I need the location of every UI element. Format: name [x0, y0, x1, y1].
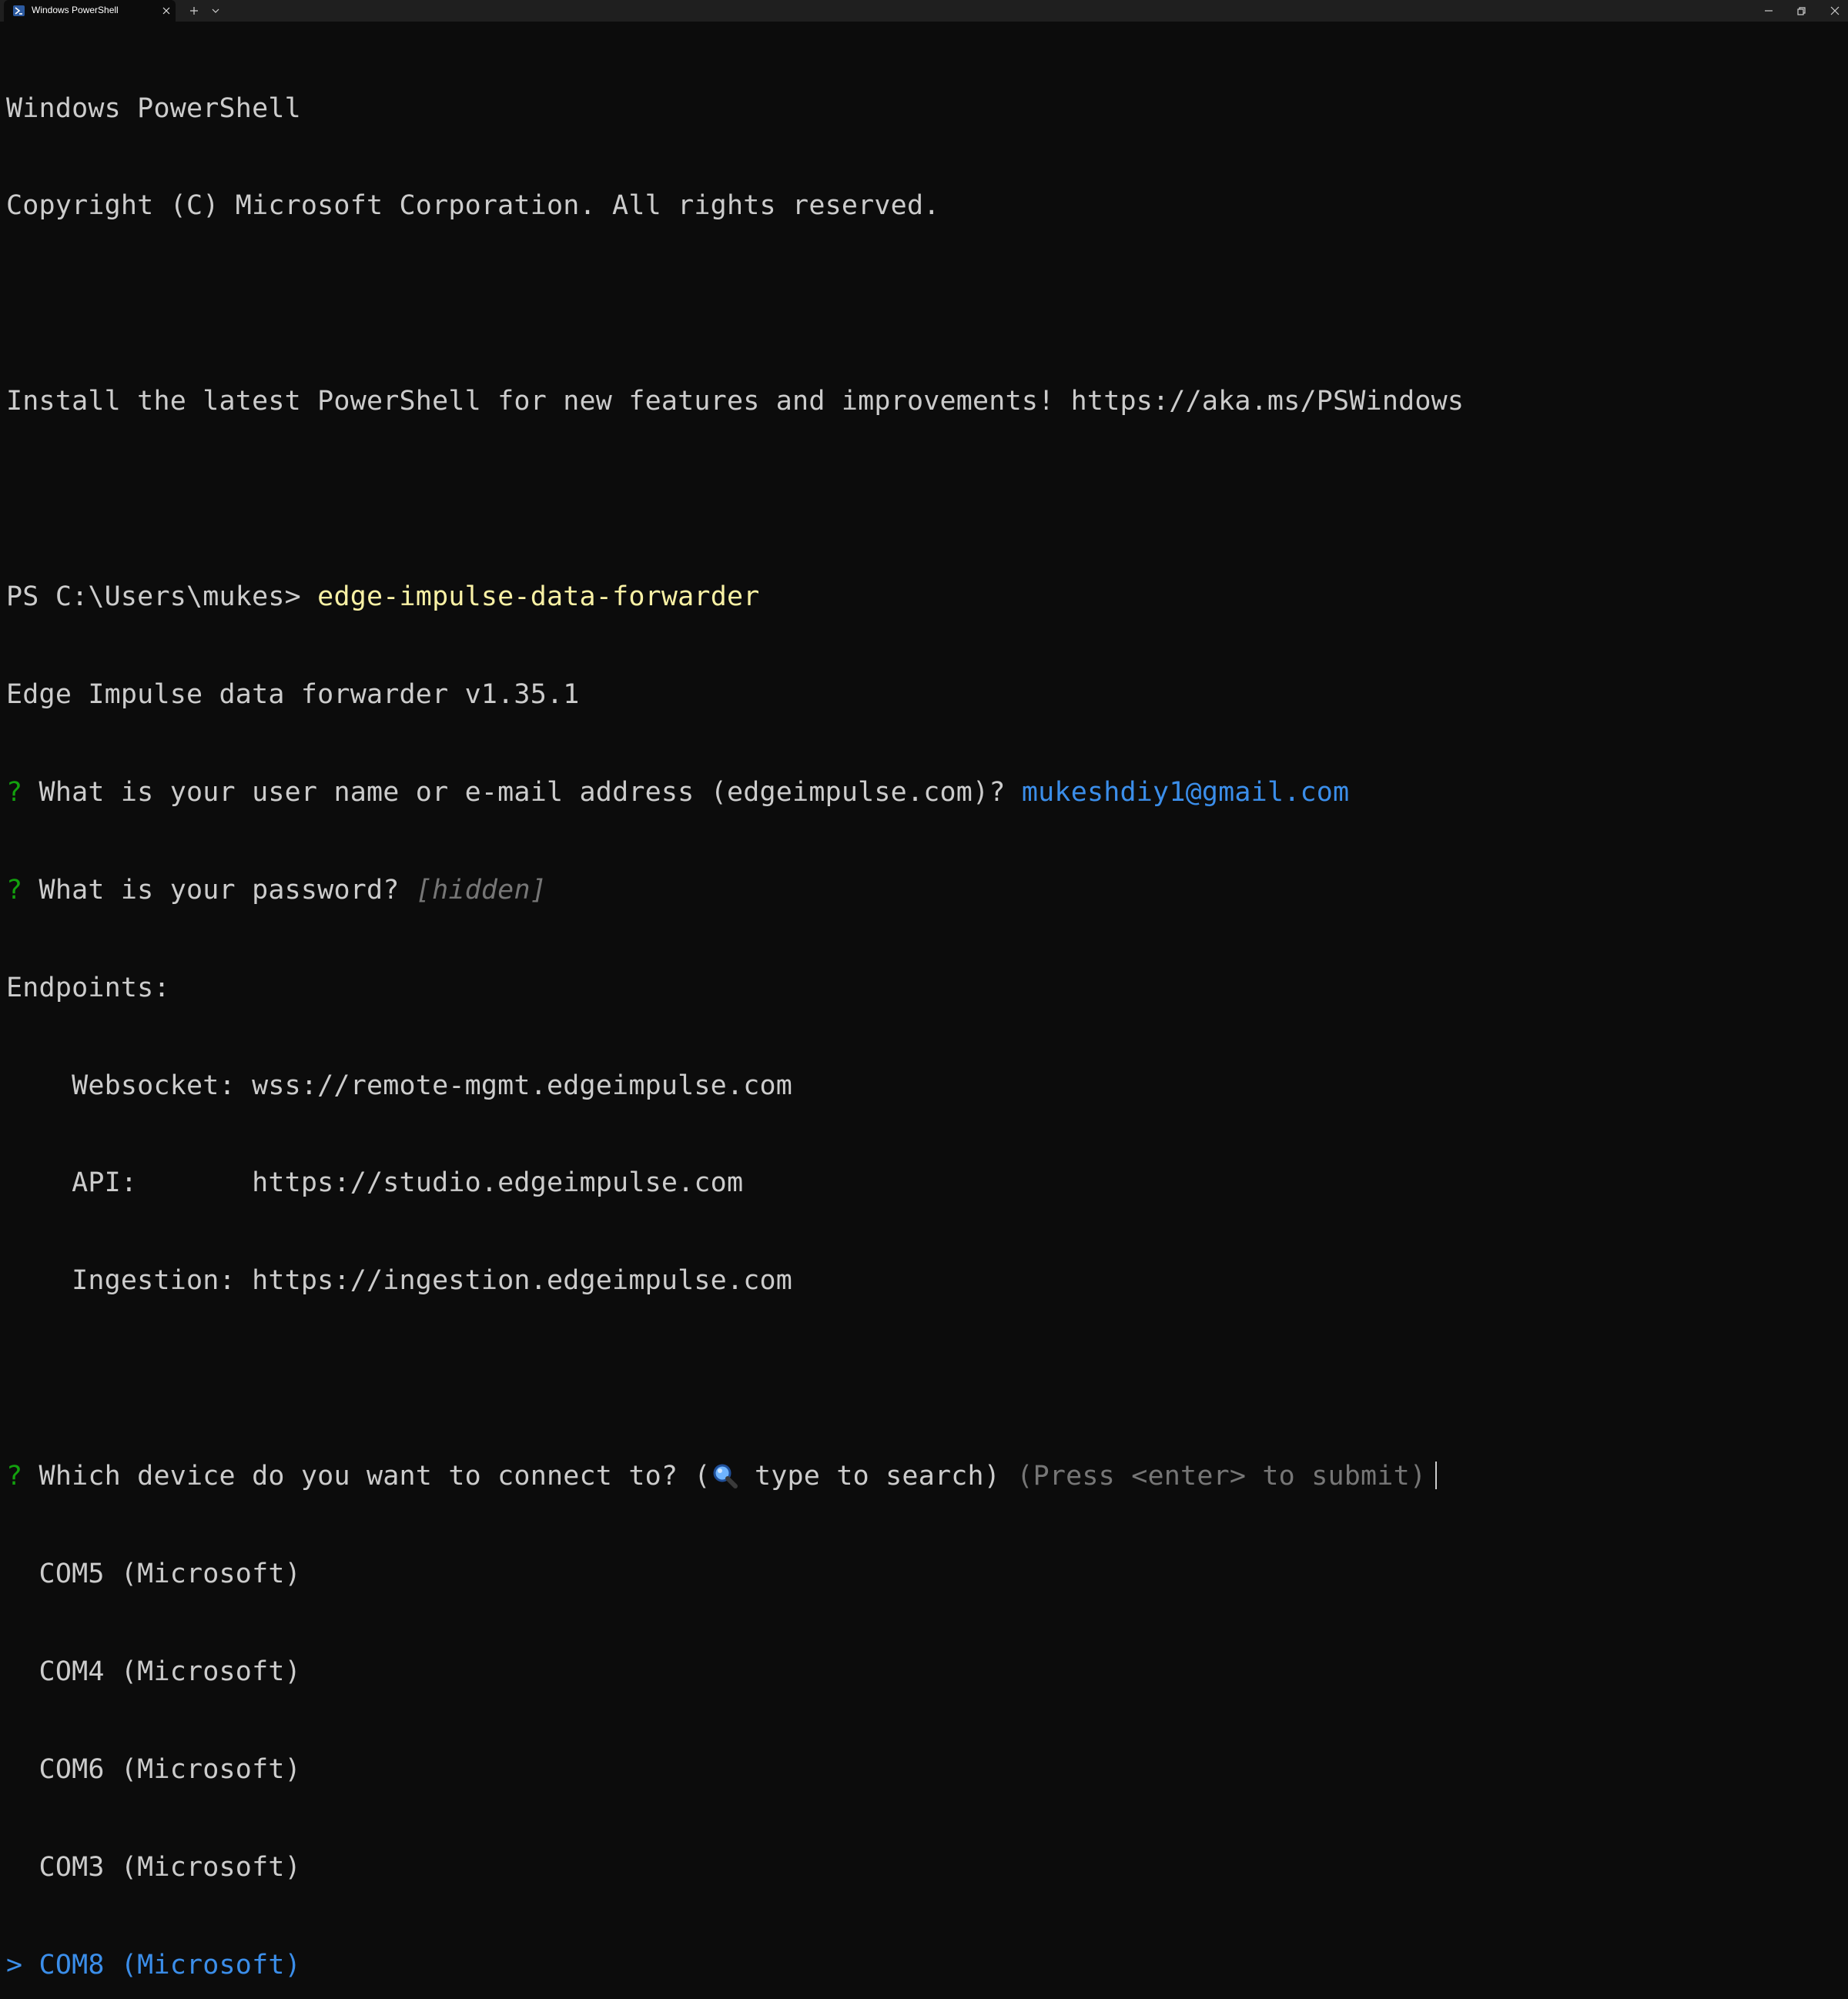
password-question: ? What is your password? [hidden] [6, 874, 1839, 906]
new-tab-plus-icon[interactable] [188, 5, 200, 17]
powershell-icon [13, 5, 25, 16]
username-answer: mukeshdiy1@gmail.com [1021, 776, 1350, 808]
install-message: Install the latest PowerShell for new fe… [6, 386, 1465, 417]
username-question-text: What is your user name or e-mail address… [22, 776, 1022, 808]
version-line: Edge Impulse data forwarder v1.35.1 [6, 678, 580, 710]
magnifier-icon [713, 1464, 738, 1489]
device-option-com8-selected[interactable]: > COM8 (Microsoft) [6, 1949, 1839, 1981]
tab-title: Windows PowerShell [32, 5, 119, 15]
device-option-com3[interactable]: COM3 (Microsoft) [6, 1851, 1839, 1883]
device-option-com5[interactable]: COM5 (Microsoft) [6, 1558, 1839, 1590]
shell-prompt: PS C:\Users\mukes> [6, 581, 318, 613]
question-mark: ? [6, 874, 23, 906]
tab-windows-powershell[interactable]: Windows PowerShell [4, 0, 176, 22]
close-window-icon[interactable] [1829, 5, 1841, 17]
command-text: edge-impulse-data-forwarder [317, 581, 760, 613]
command-line: PS C:\Users\mukes> edge-impulse-data-for… [6, 581, 1839, 613]
endpoint-websocket: Websocket: wss://remote-mgmt.edgeimpulse… [6, 1070, 793, 1101]
device-question[interactable]: ? Which device do you want to connect to… [6, 1460, 1839, 1492]
minimize-icon[interactable] [1763, 5, 1775, 17]
password-answer: [hidden] [415, 874, 547, 906]
close-tab-icon[interactable] [160, 5, 172, 17]
copyright-line: Copyright (C) Microsoft Corporation. All… [6, 190, 940, 222]
device-question-hint: (Press <enter> to submit) [1016, 1461, 1427, 1492]
text-cursor[interactable] [1435, 1462, 1438, 1490]
device-question-text: Which device do you want to connect to? … [22, 1461, 711, 1492]
selected-device-label: COM8 (Microsoft) [38, 1949, 301, 1981]
endpoint-api: API: https://studio.edgeimpulse.com [6, 1167, 744, 1199]
endpoint-ingestion: Ingestion: https://ingestion.edgeimpulse… [6, 1265, 793, 1297]
username-question: ? What is your user name or e-mail addre… [6, 776, 1839, 809]
terminal-output[interactable]: Windows PowerShell Copyright (C) Microso… [6, 27, 1839, 1999]
device-option-com6[interactable]: COM6 (Microsoft) [6, 1753, 1839, 1786]
chevron-down-icon[interactable] [209, 5, 222, 17]
selection-marker: > [6, 1949, 39, 1981]
device-question-search: type to search) [738, 1461, 1017, 1492]
title-bar: Windows PowerShell [0, 0, 1848, 22]
device-option-com4[interactable]: COM4 (Microsoft) [6, 1656, 1839, 1688]
password-question-text: What is your password? [22, 874, 416, 906]
question-mark: ? [6, 1461, 23, 1492]
question-mark: ? [6, 776, 23, 808]
restore-icon[interactable] [1795, 5, 1807, 17]
banner-title: Windows PowerShell [6, 92, 301, 124]
